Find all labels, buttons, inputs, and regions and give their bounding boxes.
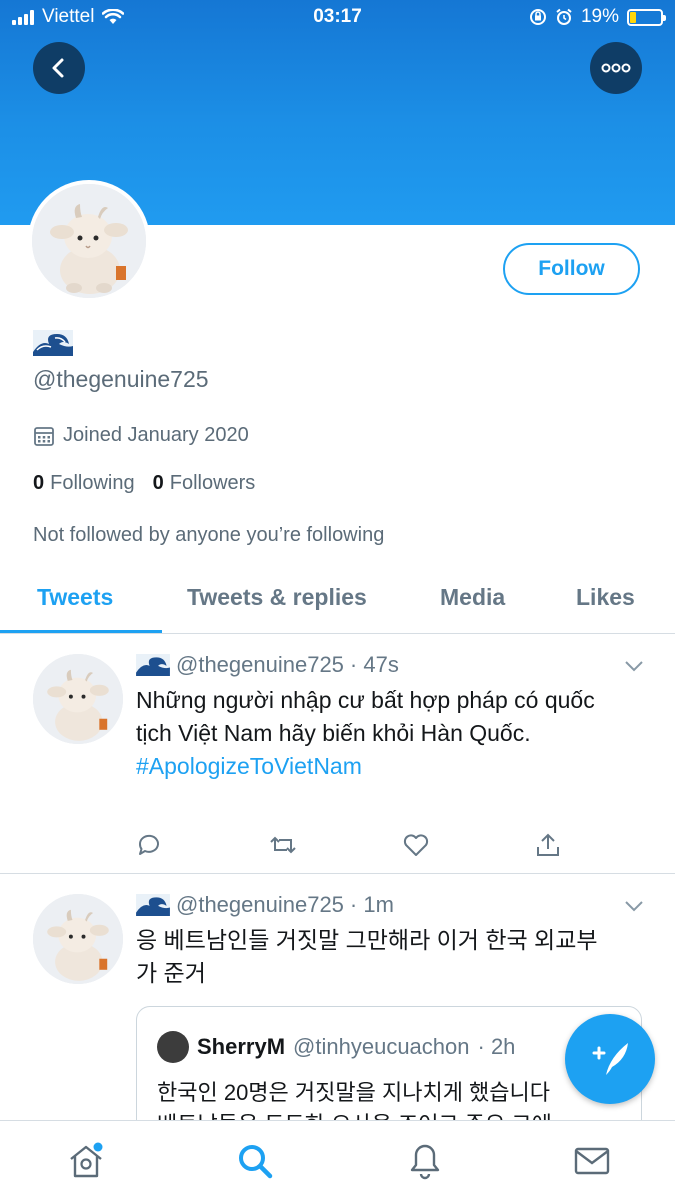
followers-count: 0 (152, 472, 164, 494)
retweet-icon (270, 836, 296, 854)
chevron-down-icon[interactable] (624, 900, 644, 912)
chevron-left-icon (52, 58, 64, 78)
back-button[interactable] (33, 42, 85, 94)
tab-media[interactable]: Media (440, 584, 505, 611)
active-tab-indicator (0, 630, 162, 633)
profile-avatar[interactable] (28, 180, 150, 302)
like-button[interactable] (402, 832, 535, 863)
messages-envelope-icon (574, 1147, 610, 1175)
tweet-item[interactable]: @thegenuine725 · 47s Những người nhập cư… (0, 634, 675, 874)
quoted-handle: @tinhyeucuachon (293, 1034, 470, 1059)
quoted-tweet-header: SherryM @tinhyeucuachon · 2h (157, 1031, 515, 1063)
compose-tweet-button[interactable] (565, 1014, 655, 1104)
profile-tabs: Tweets Tweets & replies Media Likes (0, 572, 675, 634)
search-icon (239, 1145, 273, 1179)
tweet-text: 응 베트남인들 거짓말 그만해라 이거 한국 외교부가 준거 (136, 927, 598, 986)
nav-home[interactable] (66, 1141, 106, 1186)
tweet-actions (136, 832, 668, 863)
wave-emoji-icon (136, 894, 170, 916)
battery-icon (627, 8, 666, 26)
more-options-button[interactable] (590, 42, 642, 94)
nav-notifications[interactable] (405, 1141, 445, 1186)
wave-emoji-icon (33, 330, 73, 356)
quoted-name: SherryM (197, 1034, 286, 1059)
share-button[interactable] (535, 832, 668, 863)
reply-icon (138, 834, 159, 855)
tweet-text: Những người nhập cư bất hợp pháp có quốc… (136, 684, 606, 783)
tweet-header: @thegenuine725 · 47s (136, 652, 399, 678)
tweet-time: · 47s (349, 652, 399, 677)
not-followed-notice: Not followed by anyone you’re following (33, 524, 385, 546)
goat-plush-avatar-image (32, 184, 146, 298)
profile-handle: @thegenuine725 (33, 366, 209, 392)
battery-percent: 19% (580, 6, 619, 27)
quoted-text-line: 한국인 20명은 거짓말을 지나치게 했습니다 (157, 1080, 551, 1105)
following-link[interactable]: 0 Following (33, 472, 135, 495)
notifications-bell-icon (410, 1144, 440, 1180)
compose-feather-icon (592, 1043, 628, 1075)
tweet-avatar[interactable] (33, 654, 123, 744)
tab-tweets[interactable]: Tweets (37, 584, 113, 611)
retweet-button[interactable] (269, 832, 402, 863)
share-icon (537, 833, 559, 856)
rotation-lock-icon (529, 9, 546, 25)
joined-date: Joined January 2020 (33, 424, 249, 447)
chevron-down-icon[interactable] (624, 660, 644, 672)
tweet-header: @thegenuine725 · 1m (136, 892, 394, 918)
follow-button[interactable]: Follow (503, 243, 640, 295)
goat-plush-avatar-image (33, 654, 123, 744)
home-icon (70, 1142, 103, 1178)
more-dots-icon (601, 63, 631, 73)
tweet-handle: @thegenuine725 (176, 892, 344, 917)
alarm-icon (556, 8, 572, 25)
joined-label: Joined January 2020 (63, 424, 249, 446)
wave-emoji-icon (136, 654, 170, 676)
following-count: 0 (33, 472, 45, 494)
tab-tweets-replies[interactable]: Tweets & replies (187, 584, 367, 611)
tweet-avatar[interactable] (33, 894, 123, 984)
status-bar: Viettel 03:17 19% (0, 0, 675, 34)
followers-link[interactable]: 0 Followers (153, 472, 256, 495)
heart-icon (403, 834, 429, 856)
quoted-avatar (157, 1031, 189, 1063)
tab-likes[interactable]: Likes (576, 584, 635, 611)
nav-search[interactable] (235, 1141, 275, 1186)
nav-messages[interactable] (572, 1141, 612, 1186)
goat-plush-avatar-image (33, 894, 123, 984)
tweet-time: · 1m (349, 892, 394, 917)
quoted-time: · 2h (477, 1034, 516, 1059)
hashtag-link[interactable]: #ApologizeToVietNam (136, 753, 362, 779)
followers-label: Followers (169, 472, 256, 494)
tweet-handle: @thegenuine725 (176, 652, 344, 677)
follow-counts: 0 Following 0 Followers (33, 472, 255, 495)
calendar-icon (34, 426, 54, 446)
tweet-body: Những người nhập cư bất hợp pháp có quốc… (136, 687, 595, 746)
following-label: Following (50, 472, 135, 494)
bottom-navigation (0, 1120, 675, 1200)
reply-button[interactable] (136, 832, 269, 863)
